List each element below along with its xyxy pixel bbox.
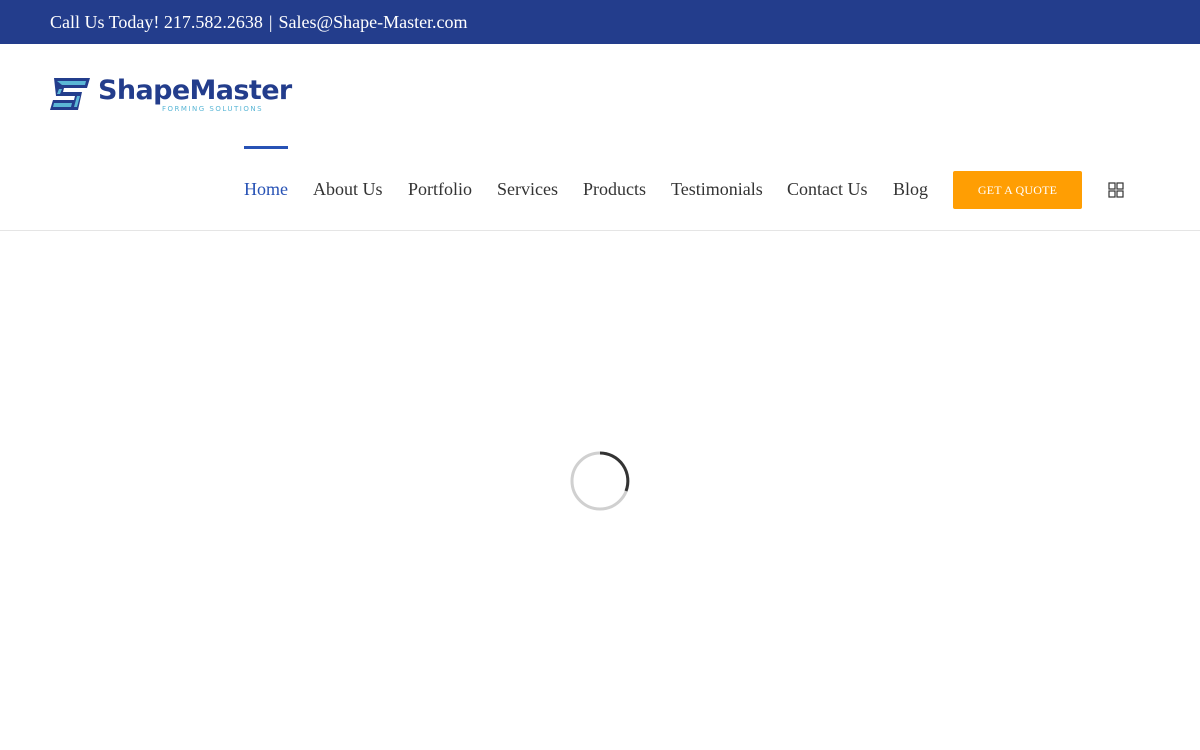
nav-home[interactable]: Home bbox=[244, 146, 288, 232]
site-logo[interactable]: ShapeMaster FORMING SOLUTIONS bbox=[50, 75, 292, 117]
logo-wordmark: ShapeMaster bbox=[98, 75, 292, 106]
email-link[interactable]: Sales@Shape-Master.com bbox=[279, 12, 468, 32]
nav-blog[interactable]: Blog bbox=[893, 146, 928, 232]
shapemaster-logo-icon bbox=[50, 78, 90, 110]
page-content bbox=[0, 232, 1200, 750]
site-header: ShapeMaster FORMING SOLUTIONS Home About… bbox=[0, 44, 1200, 231]
logo-tagline: FORMING SOLUTIONS bbox=[162, 105, 264, 113]
get-a-quote-button[interactable]: GET A QUOTE bbox=[953, 171, 1082, 209]
nav-products[interactable]: Products bbox=[583, 146, 646, 232]
grid-menu-icon[interactable] bbox=[1108, 182, 1124, 198]
nav-services[interactable]: Services bbox=[497, 146, 558, 232]
call-us-text: Call Us Today! 217.582.2638 bbox=[50, 12, 263, 32]
loading-spinner-icon bbox=[570, 451, 630, 511]
top-contact-bar: Call Us Today! 217.582.2638 | Sales@Shape-… bbox=[0, 0, 1200, 44]
nav-testimonials[interactable]: Testimonials bbox=[671, 146, 763, 232]
nav-portfolio[interactable]: Portfolio bbox=[408, 146, 472, 232]
nav-about-us[interactable]: About Us bbox=[313, 146, 383, 232]
nav-contact-us[interactable]: Contact Us bbox=[787, 146, 868, 232]
contact-separator: | bbox=[268, 12, 273, 32]
